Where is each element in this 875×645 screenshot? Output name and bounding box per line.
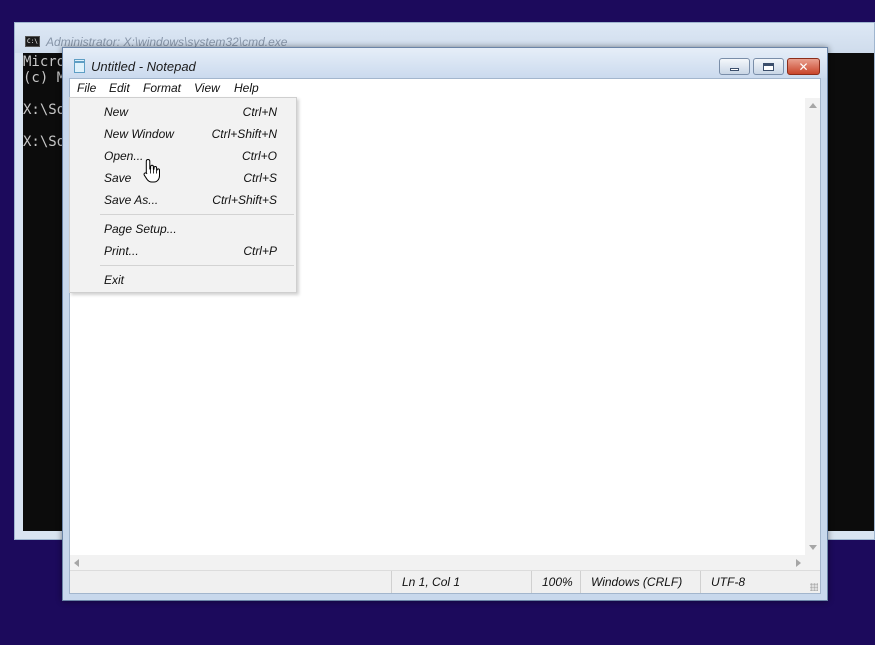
- resize-grip-icon[interactable]: [810, 583, 818, 591]
- file-menu-dropdown: New Ctrl+N New Window Ctrl+Shift+N Open.…: [69, 97, 297, 293]
- menu-item-new-window[interactable]: New Window Ctrl+Shift+N: [70, 122, 296, 144]
- menu-item-label: New: [104, 105, 129, 119]
- menu-item-shortcut: Ctrl+S: [243, 171, 277, 185]
- close-icon: ✕: [798, 59, 809, 74]
- scroll-up-icon[interactable]: [809, 103, 817, 108]
- menu-bar: File Edit Format View Help: [70, 79, 820, 98]
- menu-item-save[interactable]: Save Ctrl+S: [70, 166, 296, 188]
- menu-separator: [100, 214, 294, 215]
- menu-item-exit[interactable]: Exit: [70, 268, 296, 290]
- notepad-titlebar[interactable]: Untitled - Notepad ✕: [63, 48, 827, 78]
- menu-item-new[interactable]: New Ctrl+N: [70, 100, 296, 122]
- menu-item-label: Save As...: [104, 193, 159, 207]
- menu-item-shortcut: Ctrl+Shift+S: [212, 193, 277, 207]
- horizontal-scrollbar[interactable]: [70, 555, 805, 570]
- hand-cursor-icon: [143, 159, 160, 183]
- menu-item-label: Print...: [104, 244, 139, 258]
- menu-file[interactable]: File: [77, 81, 96, 95]
- status-bar: Ln 1, Col 1 100% Windows (CRLF) UTF-8: [70, 570, 820, 593]
- menu-item-label: Save: [104, 171, 132, 185]
- scroll-left-icon[interactable]: [74, 559, 79, 567]
- menu-item-shortcut: Ctrl+Shift+N: [211, 127, 277, 141]
- menu-item-print[interactable]: Print... Ctrl+P: [70, 239, 296, 261]
- maximize-button[interactable]: [753, 58, 784, 75]
- scrollbar-corner: [805, 555, 820, 570]
- scroll-down-icon[interactable]: [809, 545, 817, 550]
- minimize-icon: [730, 68, 739, 71]
- status-line-endings: Windows (CRLF): [580, 571, 700, 593]
- maximize-icon: [763, 62, 774, 71]
- status-encoding: UTF-8: [700, 571, 820, 593]
- menu-help[interactable]: Help: [234, 81, 259, 95]
- menu-item-shortcut: Ctrl+N: [242, 105, 277, 119]
- menu-separator: [100, 265, 294, 266]
- menu-item-label: Page Setup...: [104, 222, 177, 236]
- menu-format[interactable]: Format: [143, 81, 181, 95]
- scroll-right-icon[interactable]: [796, 559, 801, 567]
- status-position: Ln 1, Col 1: [391, 571, 531, 593]
- menu-item-open[interactable]: Open... Ctrl+O: [70, 144, 296, 166]
- console-icon: C:\: [25, 36, 40, 47]
- menu-edit[interactable]: Edit: [109, 81, 130, 95]
- menu-item-shortcut: Ctrl+O: [241, 149, 277, 163]
- notepad-icon: [74, 59, 85, 73]
- minimize-button[interactable]: [719, 58, 750, 75]
- menu-item-label: Open...: [104, 149, 144, 163]
- menu-item-label: Exit: [104, 273, 125, 287]
- window-title: Untitled - Notepad: [91, 59, 196, 74]
- menu-item-label: New Window: [104, 127, 174, 141]
- status-zoom: 100%: [531, 571, 580, 593]
- menu-view[interactable]: View: [194, 81, 220, 95]
- close-button[interactable]: ✕: [787, 58, 820, 75]
- menu-item-shortcut: Ctrl+P: [243, 244, 277, 258]
- menu-item-page-setup[interactable]: Page Setup...: [70, 217, 296, 239]
- vertical-scrollbar[interactable]: [805, 98, 820, 555]
- menu-item-save-as[interactable]: Save As... Ctrl+Shift+S: [70, 188, 296, 210]
